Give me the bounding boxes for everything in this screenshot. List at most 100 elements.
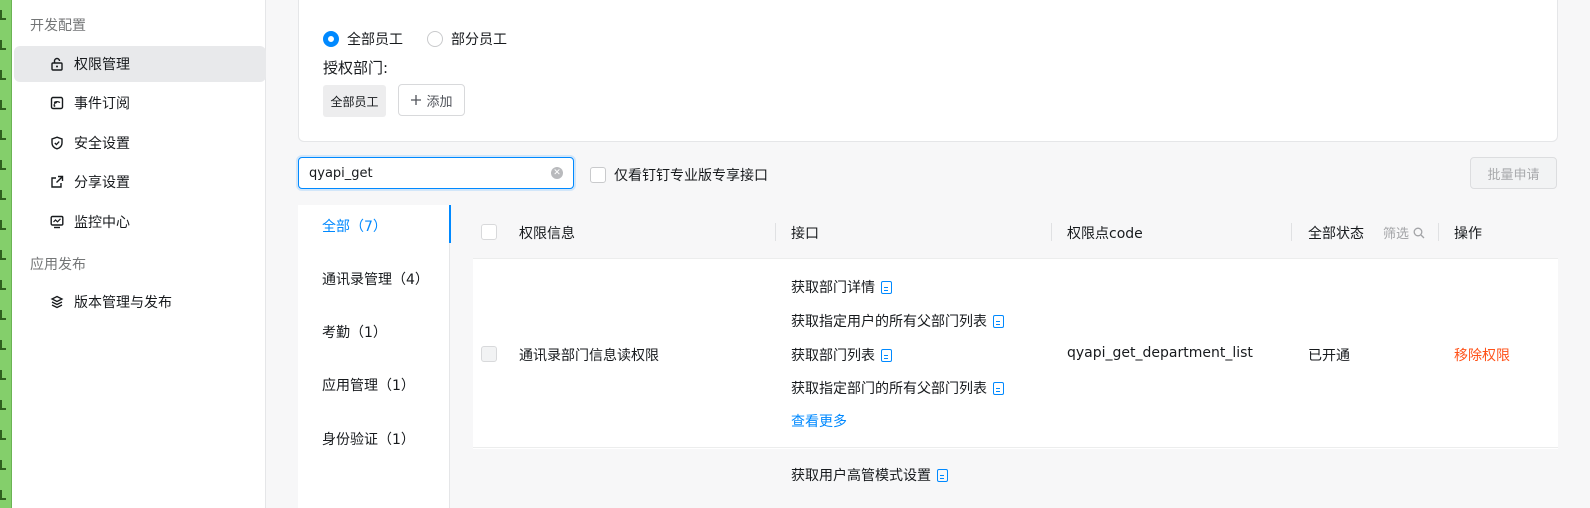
col-header-api: 接口 — [791, 226, 819, 242]
active-category-indicator — [449, 205, 451, 243]
strip-tick — [0, 10, 6, 20]
sidebar-item-share[interactable]: 分享设置 — [14, 164, 266, 200]
sidebar-item-version-release[interactable]: 版本管理与发布 — [14, 284, 266, 320]
sidebar-item-label: 安全设置 — [74, 136, 130, 152]
api-name: 获取用户高管模式设置 — [791, 468, 931, 484]
row-checkbox[interactable] — [481, 346, 497, 362]
category-item[interactable]: 身份验证（1） — [322, 429, 415, 449]
doc-icon[interactable] — [993, 314, 1004, 328]
radio-some-staff-label[interactable]: 部分员工 — [451, 29, 507, 49]
remove-permission-link[interactable]: 移除权限 — [1454, 345, 1510, 365]
api-link[interactable]: 获取指定用户的所有父部门列表 — [791, 311, 1004, 331]
strip-tick — [0, 340, 6, 350]
table-row: 通讯录部门信息读权限 获取部门详情 获取指定用户的所有父部门列表 获取部门列表 … — [473, 260, 1558, 448]
category-item[interactable]: 考勤（1） — [322, 322, 387, 342]
api-name: 获取部门列表 — [791, 348, 875, 364]
sidebar: 开发配置 权限管理 事件订阅 安全设置 分享设置 监控中心 应用发布 版本管理与… — [12, 0, 266, 508]
sidebar-item-label: 权限管理 — [74, 57, 130, 73]
strip-tick — [0, 370, 6, 380]
doc-icon[interactable] — [937, 468, 948, 482]
view-more-link[interactable]: 查看更多 — [791, 411, 847, 431]
only-pro-filter[interactable]: 仅看钉钉专业版专享接口 — [590, 165, 768, 185]
sidebar-item-label: 事件订阅 — [74, 96, 130, 112]
col-header-status: 全部状态 — [1308, 226, 1364, 242]
strip-tick — [0, 490, 6, 500]
col-separator — [775, 223, 776, 241]
sidebar-item-label: 版本管理与发布 — [74, 295, 172, 311]
select-all-checkbox[interactable] — [481, 224, 497, 240]
api-link[interactable]: 获取部门详情 — [791, 277, 892, 297]
strip-tick — [0, 70, 6, 80]
sidebar-item-security[interactable]: 安全设置 — [14, 125, 266, 161]
doc-icon[interactable] — [993, 381, 1004, 395]
strip-tick — [0, 220, 6, 230]
sidebar-group-publish: 应用发布 — [30, 257, 86, 273]
unlock-icon — [51, 57, 63, 71]
search-icon — [1413, 227, 1425, 239]
radio-some-staff[interactable] — [427, 31, 443, 47]
event-subscribe-icon — [50, 96, 64, 110]
sidebar-item-permissions[interactable]: 权限管理 — [14, 46, 266, 82]
strip-tick — [0, 250, 6, 260]
strip-tick — [0, 310, 6, 320]
table-header: 权限信息 接口 权限点code 全部状态 筛选 操作 — [473, 205, 1558, 259]
radio-all-staff[interactable] — [323, 31, 339, 47]
permission-info: 通讯录部门信息读权限 — [519, 348, 659, 364]
main-content: 全部员工 部分员工 授权部门: 全部员工 添加 ✕ 仅看钉钉专业版专享接口 批量… — [266, 0, 1590, 508]
window-edge-strip — [0, 0, 12, 508]
sidebar-item-label: 监控中心 — [74, 215, 130, 231]
api-name: 获取指定部门的所有父部门列表 — [791, 381, 987, 397]
category-item[interactable]: 通讯录管理（4） — [322, 269, 429, 289]
col-header-code: 权限点code — [1067, 226, 1143, 242]
filter-label: 筛选 — [1383, 227, 1410, 242]
api-link[interactable]: 获取用户高管模式设置 — [791, 465, 948, 485]
strip-tick — [0, 280, 6, 290]
monitor-icon — [50, 215, 64, 229]
add-dept-button[interactable]: 添加 — [398, 84, 465, 116]
add-dept-label: 添加 — [426, 94, 453, 110]
search-input[interactable] — [309, 158, 539, 188]
col-header-action: 操作 — [1454, 226, 1482, 242]
radio-all-staff-label[interactable]: 全部员工 — [347, 29, 403, 49]
api-name: 获取指定用户的所有父部门列表 — [791, 314, 987, 330]
strip-tick — [0, 190, 6, 200]
permissions-table: 权限信息 接口 权限点code 全部状态 筛选 操作 通讯录部门信息读权限 获取… — [473, 205, 1558, 508]
col-header-info: 权限信息 — [519, 226, 575, 242]
col-separator — [1438, 223, 1439, 241]
col-separator — [1051, 223, 1052, 241]
sidebar-item-monitor[interactable]: 监控中心 — [14, 204, 266, 240]
shield-icon — [51, 136, 63, 150]
category-item[interactable]: 应用管理（1） — [322, 375, 415, 395]
strip-tick — [0, 160, 6, 170]
strip-tick — [0, 40, 6, 50]
strip-tick — [0, 460, 6, 470]
batch-apply-button[interactable]: 批量申请 — [1470, 157, 1557, 189]
only-pro-checkbox[interactable] — [590, 167, 606, 183]
api-name: 获取部门详情 — [791, 280, 875, 296]
strip-tick — [0, 400, 6, 410]
search-field[interactable]: ✕ — [298, 157, 574, 189]
sidebar-item-event-subscribe[interactable]: 事件订阅 — [14, 85, 266, 121]
strip-tick — [0, 130, 6, 140]
dept-chip: 全部员工 — [323, 85, 386, 117]
doc-icon[interactable] — [881, 280, 892, 294]
auth-dept-label: 授权部门: — [323, 59, 389, 77]
category-list: 全部（7） 通讯录管理（4） 考勤（1） 应用管理（1） 身份验证（1） — [298, 205, 451, 508]
category-item[interactable]: 全部（7） — [322, 216, 387, 236]
scope-radio-group: 全部员工 部分员工 — [323, 29, 523, 49]
doc-icon[interactable] — [881, 348, 892, 362]
sidebar-group-dev: 开发配置 — [30, 18, 86, 34]
plus-icon — [411, 95, 422, 105]
share-icon — [51, 175, 64, 188]
api-link[interactable]: 获取指定部门的所有父部门列表 — [791, 378, 1004, 398]
api-link[interactable]: 获取部门列表 — [791, 345, 892, 365]
layers-icon — [50, 295, 64, 309]
scope-card: 全部员工 部分员工 授权部门: 全部员工 添加 — [298, 0, 1558, 142]
status-filter[interactable]: 筛选 — [1383, 223, 1425, 242]
table-row: 获取用户高管模式设置 — [473, 449, 1558, 508]
clear-icon[interactable]: ✕ — [551, 167, 563, 179]
col-separator — [1291, 223, 1292, 241]
sidebar-item-label: 分享设置 — [74, 175, 130, 191]
strip-tick — [0, 100, 6, 110]
strip-tick — [0, 430, 6, 440]
